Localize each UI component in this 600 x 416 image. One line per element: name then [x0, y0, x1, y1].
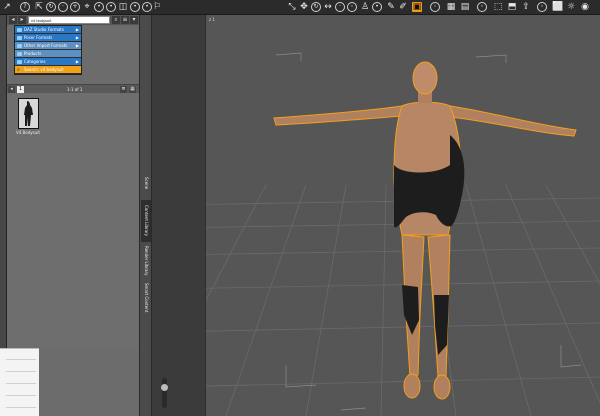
forward-icon[interactable]: ▸: [18, 16, 26, 24]
morph-icon[interactable]: •: [372, 2, 382, 12]
library-tree-menu: DAZ Studio Formats ▶ Poser Formats ▶ Other I…: [14, 25, 82, 75]
universal-tool-icon[interactable]: ✥: [299, 2, 309, 12]
menu-item[interactable]: Other Import Formats ▶: [15, 42, 81, 50]
move-icon[interactable]: ⇱: [34, 2, 44, 12]
layout-icon[interactable]: ▤: [460, 2, 470, 12]
surface-icon[interactable]: ✎: [386, 2, 396, 12]
node-icon[interactable]: •: [94, 2, 104, 12]
tab-render-library[interactable]: Render Library: [141, 243, 151, 278]
image-icon[interactable]: ⬜: [552, 2, 563, 12]
menu-item[interactable]: DAZ Studio Formats ▶: [15, 26, 81, 34]
grid-icon[interactable]: ▦: [446, 2, 456, 12]
rotate-icon[interactable]: ↻: [46, 2, 56, 12]
product-label[interactable]: V4 Bodysuit: [16, 130, 40, 135]
viewport-3d[interactable]: z 1: [205, 15, 600, 416]
geometry-icon[interactable]: •: [142, 2, 152, 12]
results-area: V4 Bodysuit: [7, 93, 139, 348]
snapshot-icon[interactable]: ⬚: [493, 2, 503, 12]
menu-item[interactable]: Poser Formats ▶: [15, 34, 81, 42]
joint-icon[interactable]: •: [106, 2, 116, 12]
daz-studio-window: ↗ ? ⇱ ↻ · + ⌖ • • ◫ • • ⚐ ⤡ ✥ ↻ ↔ · ◦ ♙ …: [0, 0, 600, 416]
menu-icon[interactable]: ≡: [121, 16, 129, 24]
submenu-arrow-icon: ▶: [75, 59, 79, 64]
preferences-icon[interactable]: ◦: [537, 2, 547, 12]
folder-icon: [17, 60, 22, 64]
viewport-canvas: [206, 52, 600, 416]
search-icon[interactable]: ⌕: [112, 16, 120, 24]
prev-page-icon[interactable]: ◂: [8, 86, 15, 93]
results-range: 1-1 of 1: [67, 87, 83, 92]
menu-item-label: Other Import Formats: [24, 43, 68, 48]
folder-icon: [17, 36, 22, 40]
node-select-icon[interactable]: ⤡: [287, 2, 297, 12]
search-row: ◂ ▸ ⌕ ≡ ▾: [7, 15, 139, 25]
menu-item-label: Poser Formats: [24, 35, 53, 40]
list-view-icon[interactable]: ≣: [120, 86, 127, 93]
page-number[interactable]: 1: [17, 86, 24, 93]
help-icon[interactable]: ?: [20, 2, 30, 12]
scale-icon[interactable]: ·: [58, 2, 68, 12]
tab-smart-content[interactable]: Smart Content: [141, 281, 151, 315]
menu-arrow-icon[interactable]: ↗: [2, 2, 12, 12]
menu-item-label: Categories: [24, 59, 46, 64]
menu-item[interactable]: Categories ▶: [15, 58, 81, 66]
options-icon[interactable]: ▾: [130, 16, 138, 24]
search-result-icon: ⌕: [17, 67, 20, 73]
divider: [6, 371, 36, 372]
main-toolbar: ↗ ? ⇱ ↻ · + ⌖ • • ◫ • • ⚐ ⤡ ✥ ↻ ↔ · ◦ ♙ …: [0, 0, 600, 15]
zoom-slider[interactable]: [162, 378, 167, 408]
bodysuit-thumbnail-icon: [19, 99, 38, 128]
light-bulb-icon[interactable]: ☼: [566, 2, 576, 12]
divider: [6, 407, 36, 408]
submenu-arrow-icon: ▶: [75, 35, 79, 40]
submenu-arrow-icon: ▶: [75, 27, 79, 32]
select-icon[interactable]: ⌖: [82, 2, 92, 12]
tab-scene[interactable]: Scene: [141, 169, 151, 197]
product-thumbnail[interactable]: [18, 98, 39, 129]
back-icon[interactable]: ◂: [9, 16, 17, 24]
grid-view-icon[interactable]: ▦: [129, 86, 136, 93]
folder-icon: [17, 52, 22, 56]
zoom-slider-handle[interactable]: [161, 384, 168, 391]
divider: [6, 383, 36, 384]
search-input[interactable]: [28, 16, 110, 24]
camera-icon[interactable]: ◫: [118, 2, 128, 12]
results-pager: ◂ 1 1-1 of 1 ≣ ▦: [7, 84, 139, 93]
menu-item[interactable]: Products: [15, 50, 81, 58]
brush-icon[interactable]: ✐: [398, 2, 408, 12]
folder-icon: [17, 44, 22, 48]
secondary-panel: [0, 348, 39, 416]
divider: [6, 359, 36, 360]
menu-item-label: Products: [24, 51, 42, 56]
spot-render-icon[interactable]: ◦: [430, 2, 440, 12]
menu-item[interactable]: ⌕ Search: v4 bodysuit: [15, 66, 81, 74]
render-icon[interactable]: ▣: [412, 2, 422, 12]
menu-item-label: DAZ Studio Formats: [24, 27, 64, 32]
camera-view-icon[interactable]: ◉: [580, 2, 590, 12]
pane-tab-strip: Scene Content Library Render Library Sma…: [139, 15, 152, 416]
export-icon[interactable]: ⇪: [521, 2, 531, 12]
scale-tool-icon[interactable]: ·: [335, 2, 345, 12]
tab-content-library[interactable]: Content Library: [141, 200, 151, 242]
light-icon[interactable]: •: [130, 2, 140, 12]
menu-item-label: Search: v4 bodysuit: [24, 67, 64, 72]
orbit-icon[interactable]: ◦: [347, 2, 357, 12]
folder-icon: [17, 28, 22, 32]
frame-icon[interactable]: ⬒: [507, 2, 517, 12]
dock-gutter: [152, 15, 205, 416]
pin-icon[interactable]: ⚐: [152, 2, 162, 12]
rotate-tool-icon[interactable]: ↻: [311, 2, 321, 12]
divider: [6, 395, 36, 396]
aux-icon[interactable]: ◦: [477, 2, 487, 12]
figure-v4-bodysuit[interactable]: [273, 61, 577, 400]
submenu-arrow-icon: ▶: [75, 43, 79, 48]
translate-tool-icon[interactable]: ↔: [323, 2, 333, 12]
pose-icon[interactable]: ♙: [360, 2, 370, 12]
translate-icon[interactable]: +: [70, 2, 80, 12]
